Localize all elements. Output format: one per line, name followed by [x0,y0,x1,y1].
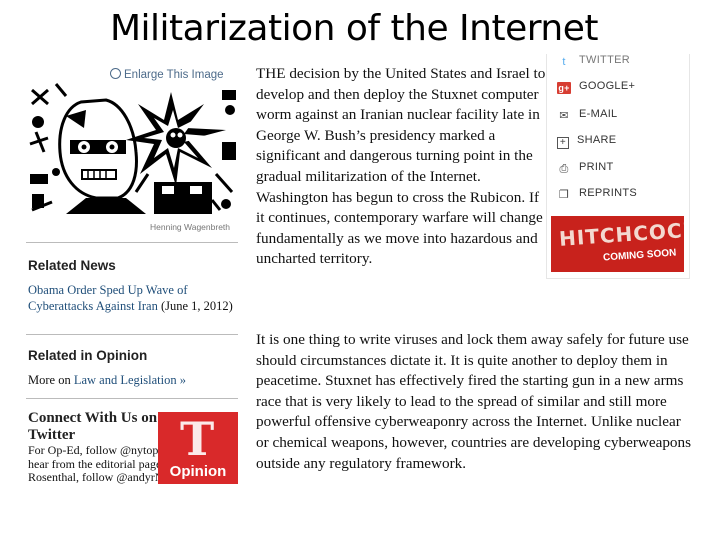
enlarge-image-link[interactable]: Enlarge This Image [110,68,224,81]
article-paragraph-1: THE decision by the United States and Is… [256,65,546,268]
related-news-item: Obama Order Sped Up Wave of Cyberattacks… [28,282,240,314]
email-icon: ✉ [559,110,569,122]
opinion-logo-label: Opinion [169,463,227,480]
google-plus-icon: g+ [557,82,571,94]
twitter-heading: Connect With Us on Twitter [28,410,158,443]
related-news-heading: Related News [28,258,116,273]
share-email-label: E-MAIL [579,108,618,120]
slide-title: Militarization of the Internet [109,8,599,49]
share-share-label: SHARE [577,134,617,146]
magnifier-icon [110,68,121,79]
ad-subtitle: COMING SOON [602,247,677,264]
law-legislation-link[interactable]: Law and Legislation » [74,373,186,387]
share-share[interactable]: + SHARE [557,134,616,149]
share-print[interactable]: ⎙ PRINT [557,161,614,175]
article-paragraph-2: It is one thing to write viruses and loc… [256,331,692,472]
share-twitter[interactable]: t TWITTER [557,54,630,68]
divider [26,398,238,399]
share-email[interactable]: ✉ E-MAIL [557,108,617,122]
twitter-icon: t [562,56,566,68]
share-google-plus[interactable]: g+ GOOGLE+ [557,80,635,94]
enlarge-label: Enlarge This Image [124,69,224,81]
related-opinion-item: More on Law and Legislation » [28,372,240,388]
article-illustration[interactable] [26,82,240,214]
reprints-icon: ❐ [558,189,570,201]
divider [26,242,238,243]
related-opinion-prefix: More on [28,373,74,387]
divider [26,334,238,335]
hitchcock-ad[interactable]: HITCHCOCK COMING SOON [551,216,684,272]
share-icon: + [557,137,569,149]
related-opinion-heading: Related in Opinion [28,348,148,363]
share-google-plus-label: GOOGLE+ [579,80,636,92]
related-news-date: (June 1, 2012) [157,299,233,313]
image-credit: Henning Wagenbreth [150,222,231,232]
share-reprints-label: REPRINTS [579,187,638,199]
opinion-logo[interactable]: T Opinion [158,412,238,484]
share-print-label: PRINT [579,161,614,173]
share-reprints[interactable]: ❐ REPRINTS [557,187,637,201]
nyt-t-icon: T [180,412,215,466]
ad-title: HITCHCOCK [558,217,684,251]
share-twitter-label: TWITTER [579,54,630,66]
print-icon: ⎙ [559,163,569,175]
